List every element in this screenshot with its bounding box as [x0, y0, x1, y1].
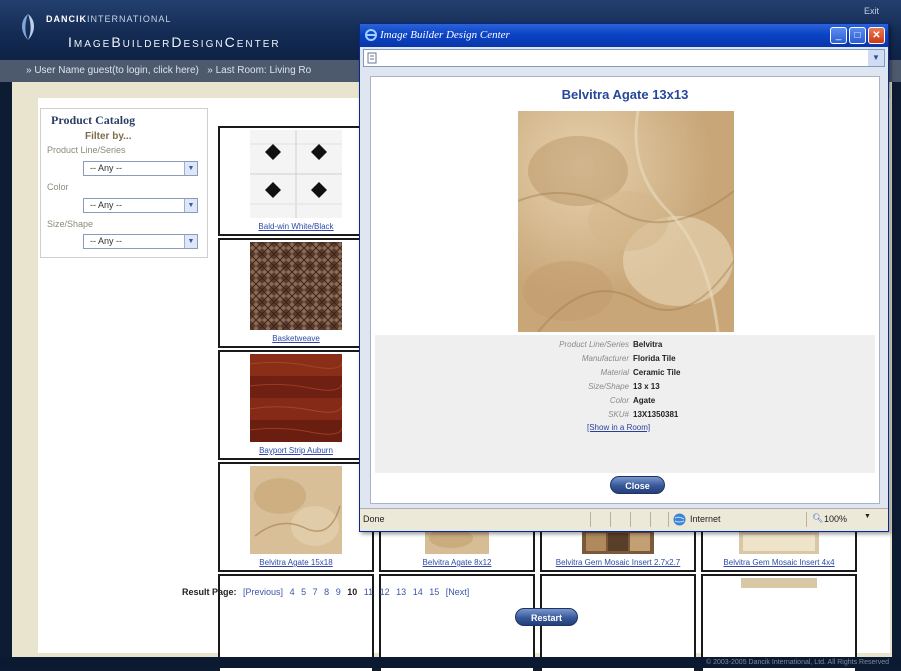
pager-page-link[interactable]: 15 — [429, 587, 439, 597]
pager-current-page: 10 — [347, 587, 358, 597]
maximize-icon[interactable]: □ — [849, 27, 866, 44]
user-name-text: » User Name guest(to login, — [26, 65, 151, 76]
pager-page-link[interactable]: 8 — [324, 587, 329, 597]
detail-label: Size/Shape — [588, 382, 629, 391]
filter-label-color: Color — [47, 182, 69, 192]
pager-previous-link[interactable]: [Previous] — [243, 587, 283, 597]
product-title: Belvitra Agate 13x13 — [561, 87, 689, 102]
result-pager: Result Page: [Previous] 4 5 7 8 9 10 11 … — [182, 587, 469, 597]
pager-page-link[interactable]: 11 — [364, 587, 373, 597]
security-zone-text: Internet — [690, 514, 721, 524]
size-shape-select[interactable]: -- Any -- ▼ — [83, 234, 198, 249]
chevron-down-icon: ▼ — [184, 162, 197, 175]
restart-button[interactable]: Restart — [515, 608, 578, 626]
filter-title: Filter by... — [85, 131, 132, 142]
detail-label: Manufacturer — [581, 354, 629, 363]
pager-label: Result Page: — [182, 587, 237, 597]
detail-value: Agate — [633, 396, 656, 405]
brand-company-name: DANCIKINTERNATIONAL — [46, 14, 172, 24]
brand-product-name: ImageBuilderDesignCenter — [68, 34, 281, 50]
pager-next-link[interactable]: [Next] — [446, 587, 470, 597]
detail-value: Belvitra — [633, 340, 663, 349]
product-image — [518, 111, 734, 332]
last-room-link[interactable]: Living Ro — [270, 65, 312, 76]
tile-thumbnail — [741, 578, 817, 588]
page-icon — [367, 52, 377, 64]
tile-caption-link[interactable]: Belvitra Gem Mosaic Insert 2.7x2.7 — [542, 558, 694, 567]
detail-value: 13 x 13 — [633, 382, 660, 391]
tile-caption-link[interactable]: Belvitra Agate 15x18 — [220, 558, 372, 567]
detail-label: Color — [609, 396, 629, 405]
chevron-down-icon: ▼ — [184, 199, 197, 212]
exit-link[interactable]: Exit — [864, 6, 879, 16]
footer-copyright: © 2003-2005 Dancik International, Ltd. A… — [0, 657, 901, 668]
product-tile[interactable]: Belvitra Agate 15x18 — [218, 462, 374, 572]
detail-value: Florida Tile — [633, 354, 676, 363]
close-icon[interactable]: ✕ — [868, 27, 885, 44]
browser-status-bar: Done Internet 🔍︎ 100% ▼ — [360, 508, 888, 530]
tile-thumbnail — [250, 466, 342, 554]
chevron-down-icon[interactable]: ▼ — [868, 50, 884, 66]
product-detail-body: Belvitra Agate 13x13 Product Line/Series… — [370, 76, 880, 504]
dancik-logo-icon — [22, 14, 34, 40]
pager-page-link[interactable]: 4 — [290, 587, 295, 597]
chevron-down-icon[interactable]: ▼ — [864, 513, 871, 520]
pager-page-link[interactable]: 7 — [313, 587, 318, 597]
detail-value: 13X1350381 — [633, 410, 679, 419]
tile-caption-link[interactable]: Basketweave — [220, 334, 372, 343]
status-text: Done — [363, 514, 385, 524]
popup-title: Image Builder Design Center — [380, 29, 510, 41]
filter-label-product-line: Product Line/Series — [47, 145, 126, 155]
tile-caption-link[interactable]: Belvitra Gem Mosaic Insert 4x4 — [703, 558, 855, 567]
ie-icon — [365, 29, 377, 41]
color-select[interactable]: -- Any -- ▼ — [83, 198, 198, 213]
product-catalog-panel: Product Catalog Filter by... Product Lin… — [40, 108, 208, 258]
close-button[interactable]: Close — [610, 476, 665, 494]
popup-titlebar[interactable]: Image Builder Design Center _ □ ✕ — [360, 24, 888, 47]
last-room-label: » Last Room: — [207, 65, 267, 76]
pager-page-link[interactable]: 9 — [336, 587, 341, 597]
detail-label: Material — [600, 368, 629, 377]
tile-caption-link[interactable]: Bald-win White/Black — [220, 222, 372, 231]
product-tile[interactable]: Bald-win White/Black — [218, 126, 374, 236]
login-link[interactable]: click here — [153, 65, 195, 76]
detail-label: SKU# — [608, 410, 629, 419]
detail-label: Product Line/Series — [559, 340, 629, 349]
product-detail-popup-window: Image Builder Design Center _ □ ✕ ▼ Belv… — [359, 23, 889, 532]
filter-label-size-shape: Size/Shape — [47, 219, 94, 229]
internet-zone-globe-icon — [673, 513, 686, 526]
zoom-level[interactable]: 100% — [824, 514, 847, 524]
address-bar[interactable]: ▼ — [363, 49, 885, 67]
zoom-icon: 🔍︎ — [812, 513, 824, 523]
detail-value: Ceramic Tile — [633, 368, 681, 377]
catalog-title: Product Catalog — [51, 113, 136, 127]
product-line-select[interactable]: -- Any -- ▼ — [83, 161, 198, 176]
show-in-room-link[interactable]: [Show in a Room] — [587, 423, 650, 432]
product-details: Product Line/Series Belvitra Manufacture… — [375, 335, 875, 473]
product-tile[interactable]: Basketweave — [218, 238, 374, 348]
tile-thumbnail — [250, 130, 342, 218]
tile-caption-link[interactable]: Belvitra Agate 8x12 — [381, 558, 533, 567]
chevron-down-icon: ▼ — [184, 235, 197, 248]
pager-page-link[interactable]: 5 — [301, 587, 306, 597]
tile-caption-link[interactable]: Bayport Strip Auburn — [220, 446, 372, 455]
tile-thumbnail — [250, 354, 342, 442]
pager-page-link[interactable]: 13 — [396, 587, 406, 597]
tile-thumbnail — [250, 242, 342, 330]
pager-page-link[interactable]: 12 — [380, 587, 390, 597]
product-tile[interactable]: Bayport Strip Auburn — [218, 350, 374, 460]
pager-page-link[interactable]: 14 — [413, 587, 423, 597]
minimize-icon[interactable]: _ — [830, 27, 847, 44]
